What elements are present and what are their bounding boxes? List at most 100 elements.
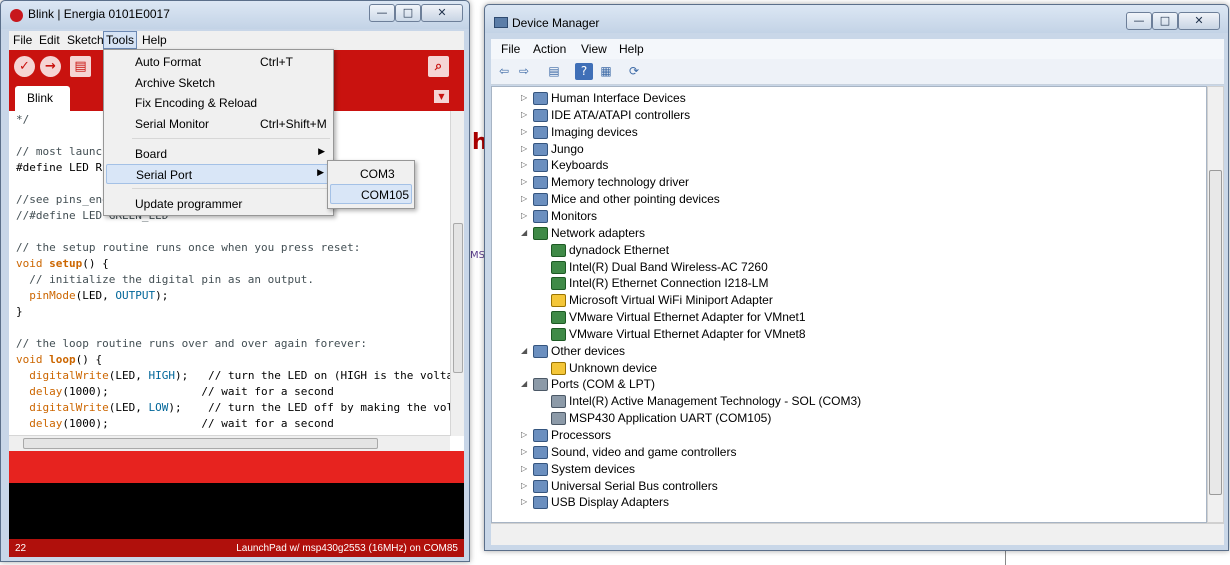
upload-icon[interactable]: → — [40, 56, 61, 77]
menu-help[interactable]: Help — [619, 42, 644, 56]
expand-right-icon[interactable]: ▷ — [521, 194, 531, 203]
menu-separator — [132, 138, 330, 139]
menu-edit[interactable]: Edit — [39, 33, 60, 47]
energia-status-bar — [9, 451, 464, 483]
forward-arrow-icon[interactable]: ⇨ — [515, 63, 533, 80]
expand-right-icon[interactable]: ▷ — [521, 211, 531, 220]
minimize-button[interactable]: — — [369, 4, 395, 22]
menu-view[interactable]: View — [581, 42, 607, 56]
line-number: 22 — [15, 543, 27, 554]
scroll-thumb[interactable] — [453, 223, 463, 373]
warning-adapter-icon — [551, 294, 566, 308]
tree-label: VMware Virtual Ethernet Adapter for VMne… — [569, 310, 806, 325]
tab-blink[interactable]: Blink — [15, 86, 70, 111]
expand-right-icon[interactable]: ▷ — [521, 160, 531, 169]
expand-right-icon[interactable]: ▷ — [521, 481, 531, 490]
port-icon — [533, 378, 548, 392]
device-tree[interactable]: ▷ Human Interface Devices ▷ IDE ATA/ATAPI c… — [491, 86, 1207, 523]
energia-titlebar[interactable]: Blink | Energia 0101E0017 — □ ✕ — [1, 1, 469, 29]
serial-monitor-icon[interactable]: ⌕ — [428, 56, 449, 77]
tree-label: Processors — [551, 428, 612, 442]
expand-right-icon[interactable]: ▷ — [521, 93, 531, 102]
devmgr-titlebar[interactable]: Device Manager — □ ✕ — [485, 5, 1228, 33]
menu-action[interactable]: Action — [533, 42, 566, 56]
code-line: // initialize the digital pin as an outp… — [16, 273, 315, 286]
menu-item-com3[interactable]: COM3 — [330, 164, 412, 184]
code-line: } — [16, 305, 23, 318]
editor-vertical-scrollbar[interactable] — [450, 111, 464, 436]
menu-item-serial-monitor[interactable]: Serial Monitor Ctrl+Shift+M — [106, 114, 331, 134]
menu-file[interactable]: File — [501, 42, 520, 56]
network-adapter-icon — [551, 277, 566, 291]
expand-down-icon[interactable]: ◢ — [521, 228, 531, 237]
camera-icon — [533, 125, 548, 139]
verify-icon[interactable]: ✓ — [14, 56, 35, 77]
scroll-thumb[interactable] — [1209, 170, 1222, 495]
menu-item-auto-format[interactable]: Auto Format Ctrl+T — [106, 52, 331, 72]
new-icon[interactable]: ▤ — [70, 56, 91, 77]
expand-right-icon[interactable]: ▷ — [521, 464, 531, 473]
tree-label: Other devices — [551, 343, 626, 358]
back-arrow-icon[interactable]: ⇦ — [495, 63, 513, 80]
menu-item-fix-encoding[interactable]: Fix Encoding & Reload — [106, 93, 331, 113]
network-icon — [533, 226, 548, 240]
tree-label: Memory technology driver — [551, 175, 690, 190]
expand-right-icon[interactable]: ▷ — [521, 430, 531, 439]
devmgr-status-bar — [491, 523, 1224, 545]
menu-file[interactable]: File — [13, 33, 32, 47]
tree-label: Monitors — [551, 208, 598, 223]
menu-item-archive-sketch[interactable]: Archive Sketch — [106, 73, 331, 93]
ide-controller-icon — [533, 108, 548, 122]
system-icon — [533, 462, 548, 476]
sound-icon — [533, 445, 548, 459]
expand-down-icon[interactable]: ◢ — [521, 379, 531, 388]
maximize-button[interactable]: □ — [395, 4, 421, 22]
tree-label: Human Interface Devices — [551, 91, 686, 105]
com-port-icon — [551, 412, 566, 426]
tree-label: IDE ATA/ATAPI controllers — [551, 107, 691, 122]
close-button[interactable]: ✕ — [421, 4, 463, 22]
energia-window-title: Blink | Energia 0101E0017 — [28, 7, 170, 21]
menu-tools[interactable]: Tools — [103, 31, 138, 49]
code-line: delay(1000); // wait for a second — [16, 385, 334, 398]
monitor-icon — [533, 209, 548, 223]
menu-help[interactable]: Help — [142, 33, 167, 47]
minimize-button[interactable]: — — [1126, 12, 1152, 30]
properties-icon[interactable]: ▦ — [597, 63, 615, 80]
energia-footer: 22 LaunchPad w/ msp430g2553 (16MHz) on C… — [9, 539, 464, 557]
menu-sketch[interactable]: Sketch — [67, 33, 104, 47]
close-button[interactable]: ✕ — [1178, 12, 1220, 30]
menu-item-serial-port[interactable]: Serial Port ▶ — [106, 164, 331, 184]
scan-hardware-icon[interactable]: ⟳ — [625, 63, 643, 80]
tree-label: Universal Serial Bus controllers — [551, 478, 718, 493]
expand-right-icon[interactable]: ▷ — [521, 127, 531, 136]
expand-right-icon[interactable]: ▷ — [521, 497, 531, 506]
network-adapter-icon — [551, 260, 566, 274]
tools-dropdown-menu: Auto Format Ctrl+T Archive Sketch Fix Enc… — [103, 49, 334, 216]
code-line: void setup() { — [16, 257, 109, 270]
help-icon[interactable]: ? — [575, 63, 593, 80]
warning-device-icon — [551, 361, 566, 375]
maximize-button[interactable]: □ — [1152, 12, 1178, 30]
expand-right-icon[interactable]: ▷ — [521, 110, 531, 119]
scroll-thumb[interactable] — [23, 438, 378, 449]
tree-label: Unknown device — [569, 360, 658, 375]
tree-label: USB Display Adapters — [551, 495, 670, 510]
menu-item-update-programmer[interactable]: Update programmer — [106, 194, 331, 214]
tree-label: dynadock Ethernet — [569, 242, 670, 257]
expand-right-icon[interactable]: ▷ — [521, 447, 531, 456]
expand-right-icon[interactable]: ▷ — [521, 177, 531, 186]
expand-down-icon[interactable]: ◢ — [521, 346, 531, 355]
editor-horizontal-scrollbar[interactable] — [9, 435, 450, 451]
tree-label: Jungo — [551, 141, 584, 156]
tab-menu-icon[interactable]: ▼ — [434, 90, 449, 103]
tree-vertical-scrollbar[interactable] — [1207, 86, 1224, 523]
code-line: digitalWrite(LED, LOW); // turn the LED … — [16, 401, 454, 414]
devmgr-menubar: File Action View Help — [491, 39, 1224, 59]
menu-item-com105[interactable]: COM105 — [330, 184, 412, 204]
menu-item-board[interactable]: Board ▶ — [106, 144, 331, 164]
menu-separator — [132, 188, 330, 189]
expand-right-icon[interactable]: ▷ — [521, 144, 531, 153]
usb-icon — [533, 479, 548, 493]
show-hide-tree-icon[interactable]: ▤ — [545, 63, 563, 80]
